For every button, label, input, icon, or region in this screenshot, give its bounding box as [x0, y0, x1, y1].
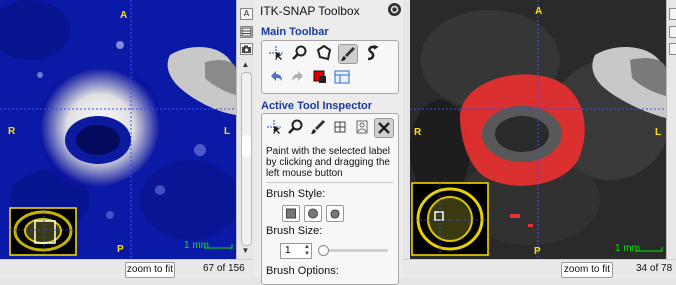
table-icon[interactable] — [240, 26, 253, 38]
label-color-icon[interactable] — [310, 68, 330, 88]
left-slice-view[interactable]: A R L P 1 mm — [0, 0, 236, 259]
paintbrush-icon[interactable] — [338, 44, 358, 64]
divider — [266, 182, 394, 183]
panel-title: ITK-SNAP Toolbox — [260, 4, 360, 18]
toolbox-panel: ITK-SNAP Toolbox Main Toolbar Active Too… — [254, 0, 403, 285]
layout-icon[interactable] — [332, 68, 352, 88]
polygon-icon[interactable] — [314, 44, 334, 64]
orient-right-label: L — [655, 127, 662, 138]
brush-options-label: Brush Options: — [266, 265, 339, 277]
orient-bottom-label: P — [534, 246, 541, 257]
annotation-mode-button[interactable] — [669, 8, 676, 20]
right-slice-image — [410, 0, 666, 259]
right-slice-view[interactable]: A R L P 1 mm — [410, 0, 666, 259]
annotation-mode-button[interactable]: A — [240, 8, 253, 20]
slice-scrollbar-thumb[interactable] — [242, 135, 251, 157]
orient-left-label: R — [414, 127, 422, 138]
slice-counter: 67 of 156 — [203, 263, 245, 274]
slice-scrollbar[interactable] — [241, 72, 252, 246]
square-brush-button[interactable] — [282, 205, 300, 222]
scale-label: 1 mm — [615, 243, 640, 254]
brush-size-slider-handle[interactable] — [318, 245, 329, 256]
adaptive-brush-button[interactable] — [326, 205, 344, 222]
main-toolbar-box — [261, 40, 399, 94]
left-view-side-toolbar: A ▲ ▼ — [236, 0, 254, 259]
crosshair-icon[interactable] — [266, 44, 286, 64]
main-toolbar-title: Main Toolbar — [261, 26, 329, 38]
snake-icon[interactable] — [362, 44, 382, 64]
brush-style-label: Brush Style: — [266, 188, 326, 200]
tools-icon[interactable] — [374, 118, 394, 138]
brush-size-label: Brush Size: — [266, 225, 323, 237]
annotation-icon[interactable] — [352, 118, 372, 138]
table-icon[interactable] — [330, 118, 350, 138]
settings-icon[interactable] — [388, 3, 401, 16]
paintbrush-icon[interactable] — [308, 118, 328, 138]
inspector-title: Active Tool Inspector — [261, 100, 373, 112]
tool-description: Paint with the selected label by clickin… — [266, 146, 390, 179]
undo-icon[interactable] — [266, 68, 286, 88]
brush-size-slider[interactable] — [318, 245, 388, 256]
orient-right-label: L — [224, 126, 231, 137]
slice-counter: 34 of 78 — [636, 263, 673, 274]
scale-label: 1 mm — [184, 240, 209, 251]
camera-icon[interactable] — [240, 43, 253, 55]
orient-left-label: R — [8, 126, 16, 137]
inspector-box: Paint with the selected label by clickin… — [261, 113, 399, 285]
orient-top-label: A — [535, 6, 543, 17]
zoom-icon[interactable] — [290, 44, 310, 64]
zoom-icon[interactable] — [286, 118, 306, 138]
orient-bottom-label: P — [117, 244, 124, 255]
scroll-up-arrow[interactable]: ▲ — [240, 60, 251, 70]
redo-icon[interactable] — [288, 68, 308, 88]
left-slice-image — [0, 0, 236, 259]
round-brush-button[interactable] — [304, 205, 322, 222]
brush-size-value: 1 — [285, 245, 291, 256]
zoom-to-fit-button[interactable]: zoom to fit — [125, 262, 175, 278]
camera-icon[interactable] — [669, 43, 676, 55]
scroll-down-arrow[interactable]: ▼ — [240, 246, 251, 256]
brush-size-spinbox[interactable]: 1 ▲ ▼ — [280, 243, 312, 259]
table-icon[interactable] — [669, 26, 676, 38]
zoom-to-fit-button[interactable]: zoom to fit — [561, 262, 613, 278]
right-view-side-toolbar — [666, 0, 676, 259]
orient-top-label: A — [120, 10, 128, 21]
crosshair-icon[interactable] — [264, 118, 284, 138]
spin-arrows[interactable]: ▲ ▼ — [304, 244, 310, 258]
